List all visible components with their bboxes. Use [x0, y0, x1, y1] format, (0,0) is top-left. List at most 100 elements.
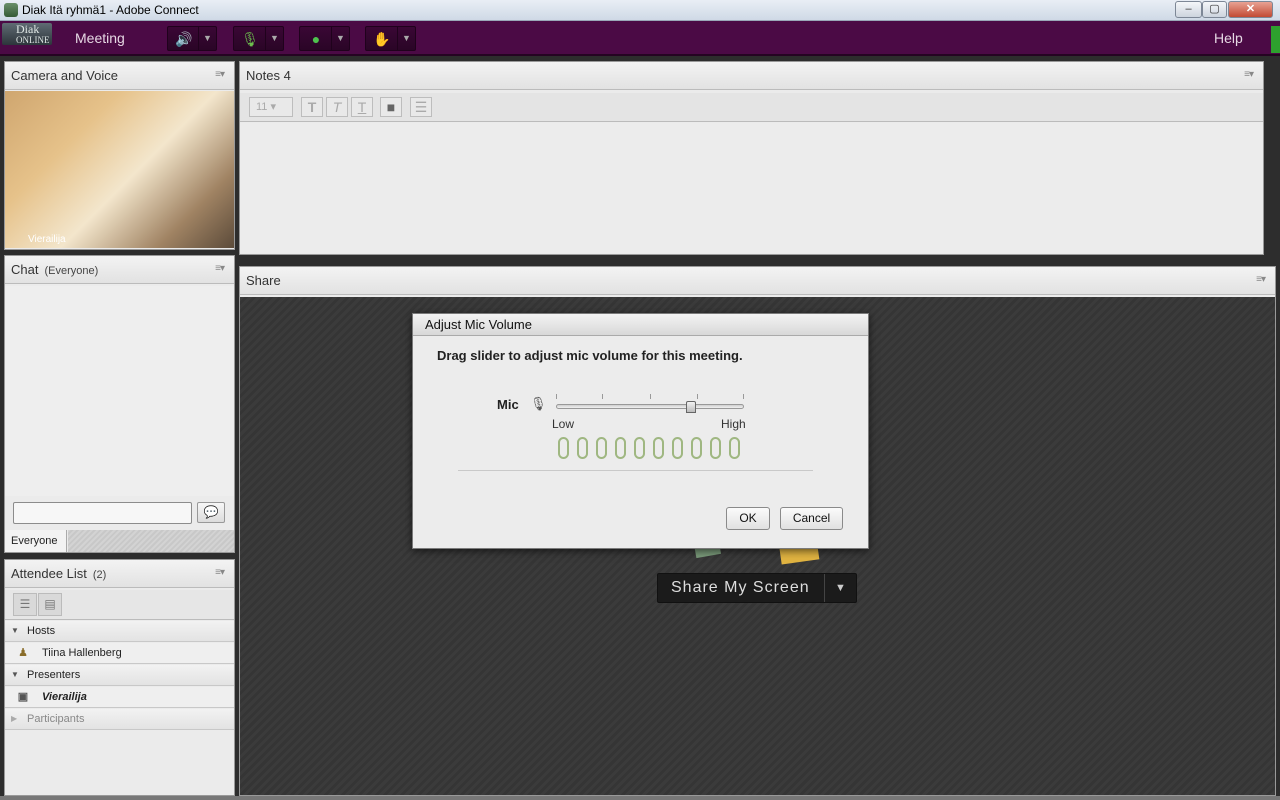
attendee-name: Tiina Hallenberg — [42, 647, 122, 659]
pod-menu-icon[interactable]: ≡▾ — [1244, 69, 1254, 80]
attendee-row[interactable]: ♟ Tiina Hallenberg — [5, 643, 234, 664]
pod-menu-icon[interactable]: ≡▾ — [215, 567, 225, 578]
microphone-muted-icon: 🎙 — [241, 31, 259, 47]
minimize-button[interactable]: – — [1175, 1, 1202, 18]
pod-title: Attendee List — [11, 566, 87, 581]
divider — [458, 470, 813, 471]
pod-title: Camera and Voice — [11, 68, 118, 83]
ok-button[interactable]: OK — [726, 507, 770, 530]
slider-thumb[interactable] — [686, 401, 697, 413]
close-button[interactable]: ✕ — [1228, 1, 1273, 18]
presenter-icon: ▣ — [17, 691, 29, 703]
group-label: Participants — [27, 713, 85, 725]
chevron-down-icon[interactable]: ▼ — [397, 27, 415, 50]
meter-segment — [653, 437, 664, 459]
status-indicator — [1271, 26, 1280, 53]
speaker-icon: 🔊 — [175, 31, 193, 47]
chat-input[interactable] — [13, 502, 192, 524]
italic-button[interactable]: T — [326, 97, 348, 117]
maximize-button[interactable]: ▢ — [1202, 1, 1227, 18]
font-size-select[interactable]: 11 ▾ — [249, 97, 293, 117]
slider-tick — [650, 394, 651, 399]
meter-segment — [634, 437, 645, 459]
pod-header: Notes 4 ≡▾ — [240, 62, 1263, 90]
diak-logo: Diak ONLINE — [2, 23, 52, 45]
pod-menu-icon[interactable]: ≡▾ — [215, 69, 225, 80]
mic-volume-slider[interactable] — [556, 404, 744, 409]
pod-menu-icon[interactable]: ≡▾ — [215, 263, 225, 274]
raise-hand-icon: ✋ — [373, 31, 391, 47]
group-presenters[interactable]: ▼ Presenters — [5, 665, 234, 686]
group-label: Hosts — [27, 625, 56, 637]
pod-title: Notes 4 — [246, 68, 291, 83]
meter-segment — [596, 437, 607, 459]
host-icon: ♟ — [18, 647, 28, 659]
dialog-title: Adjust Mic Volume — [413, 314, 868, 336]
low-label: Low — [552, 417, 575, 431]
meter-segment — [691, 437, 702, 459]
chevron-down-icon[interactable]: ▼ — [198, 27, 216, 50]
triangle-down-icon: ▼ — [11, 670, 19, 679]
video-feed — [5, 91, 234, 248]
group-participants[interactable]: ▶ Participants — [5, 709, 234, 730]
help-menu[interactable]: Help — [1214, 30, 1243, 46]
logo-subtext: ONLINE — [16, 35, 50, 45]
meter-segment — [577, 437, 588, 459]
attendee-name: Vierailija — [42, 691, 87, 703]
chat-tab-everyone[interactable]: Everyone — [5, 530, 67, 552]
pod-menu-icon[interactable]: ≡▾ — [1256, 274, 1266, 285]
slider-tick — [556, 394, 557, 399]
pod-header: Share ≡▾ — [240, 267, 1275, 295]
list-view-icon[interactable]: ☰ — [13, 593, 37, 616]
role-view-icon[interactable]: ▤ — [38, 593, 62, 616]
pod-header: Chat (Everyone) ≡▾ — [5, 256, 234, 284]
slider-tick — [743, 394, 744, 399]
send-message-button[interactable]: 💬 — [197, 502, 225, 523]
chevron-down-icon[interactable]: ▼ — [331, 27, 349, 50]
chevron-down-icon[interactable]: ▼ — [265, 27, 283, 50]
group-hosts[interactable]: ▼ Hosts — [5, 621, 234, 642]
meter-segment — [710, 437, 721, 459]
window-title-bar: Diak Itä ryhmä1 - Adobe Connect – ▢ ✕ — [0, 0, 1280, 21]
meter-segment — [729, 437, 740, 459]
meter-segment — [672, 437, 683, 459]
pod-header: Attendee List (2) ≡▾ — [5, 560, 234, 588]
pod-title: Chat — [11, 262, 39, 277]
meeting-menu[interactable]: Meeting — [75, 30, 125, 46]
chat-messages — [5, 286, 234, 496]
bold-button[interactable]: T — [301, 97, 323, 117]
slider-tick — [602, 394, 603, 399]
slider-tick — [697, 394, 698, 399]
dialog-message: Drag slider to adjust mic volume for thi… — [437, 348, 743, 363]
high-label: High — [721, 417, 746, 431]
cancel-button[interactable]: Cancel — [780, 507, 843, 530]
bullet-list-button[interactable]: ☰ — [410, 97, 432, 117]
pod-header: Camera and Voice ≡▾ — [5, 62, 234, 90]
webcam-icon: ● — [311, 31, 321, 47]
video-name-label: Vierailija — [28, 234, 66, 245]
mic-label: Mic — [497, 397, 519, 412]
webcam-button[interactable]: ● ▼ — [299, 26, 350, 51]
speech-bubble-icon: 💬 — [203, 505, 219, 519]
chat-tab-strip — [68, 530, 234, 552]
underline-button[interactable]: T — [351, 97, 373, 117]
meter-segment — [558, 437, 569, 459]
attendee-count: (2) — [92, 569, 107, 581]
text-color-button[interactable]: ■ — [380, 97, 402, 117]
microphone-button[interactable]: 🎙 ▼ — [233, 26, 284, 51]
notes-text-area[interactable] — [240, 123, 1263, 253]
chevron-down-icon[interactable]: ▼ — [824, 574, 856, 602]
triangle-right-icon: ▶ — [11, 714, 18, 723]
taskbar — [0, 796, 1280, 800]
pod-title: Share — [246, 273, 281, 288]
raise-hand-button[interactable]: ✋ ▼ — [365, 26, 416, 51]
font-size-value: 11 — [256, 101, 268, 113]
logo-text: Diak — [16, 22, 40, 36]
group-label: Presenters — [27, 669, 81, 681]
chat-scope: (Everyone) — [44, 265, 99, 277]
speaker-button[interactable]: 🔊 ▼ — [167, 26, 217, 51]
microphone-icon: 🎙 — [530, 396, 547, 411]
meter-segment — [615, 437, 626, 459]
app-icon — [4, 3, 18, 17]
attendee-row[interactable]: ▣ Vierailija — [5, 687, 234, 708]
